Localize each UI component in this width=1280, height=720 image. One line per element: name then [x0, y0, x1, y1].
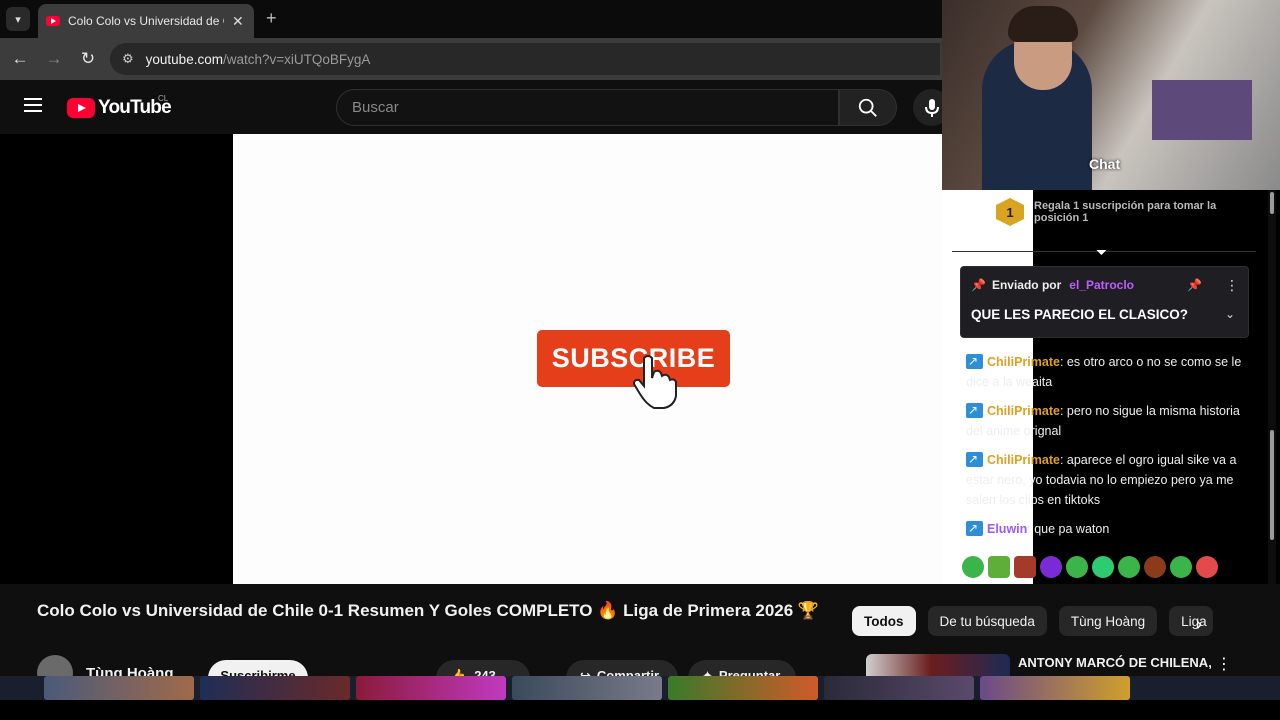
- url-path: /watch?v=xiUTQoBFygA: [222, 51, 371, 67]
- streamer-hair: [1008, 6, 1078, 42]
- chat-text: : que pa waton: [1027, 522, 1110, 536]
- pinned-message: 📌 Enviado por el_Patroclo QUE LES PARECI…: [960, 266, 1249, 338]
- emote-icon[interactable]: [1118, 556, 1140, 578]
- strip-thumbnail[interactable]: [356, 676, 506, 700]
- rank-badge: 1: [996, 198, 1024, 226]
- browser-navbar: ← → ↻ ⚙ youtube.com/watch?v=xiUTQoBFygA: [0, 38, 942, 80]
- arrow-left-icon: ←: [11, 49, 29, 68]
- youtube-logo[interactable]: YouTube CL: [67, 94, 172, 119]
- sub-badge-icon: [966, 351, 983, 371]
- strip-thumbnail[interactable]: [668, 676, 818, 700]
- emote-icon[interactable]: [1170, 556, 1192, 578]
- new-tab-button[interactable]: +: [266, 8, 277, 29]
- chat-scrollbar[interactable]: [1268, 190, 1276, 584]
- pinned-by: 📌 Enviado por el_Patroclo: [971, 278, 1134, 292]
- chat-messages: ChiliPrimate: es otro arco o no se como …: [966, 351, 1256, 548]
- emote-icon[interactable]: [1066, 556, 1088, 578]
- hand-cursor-icon: [632, 355, 677, 409]
- emote-icon[interactable]: [962, 556, 984, 578]
- search-input[interactable]: Buscar: [336, 89, 839, 126]
- gift-text: Regala 1 suscripción para tomar la posic…: [1034, 200, 1217, 224]
- video-player[interactable]: SUBSCRIBE: [233, 134, 942, 584]
- tab-title: Colo Colo vs Universidad de Chile 0-1 Re…: [68, 14, 224, 28]
- emote-icon[interactable]: [1144, 556, 1166, 578]
- youtube-header: YouTube CL Buscar: [0, 80, 950, 134]
- search-icon: [858, 98, 877, 117]
- more-options-icon[interactable]: ⋮: [1225, 277, 1239, 294]
- filter-icon[interactable]: ⏷: [1096, 244, 1107, 261]
- browser-tab-active[interactable]: Colo Colo vs Universidad de Chile 0-1 Re…: [38, 4, 254, 38]
- menu-icon[interactable]: [24, 98, 42, 112]
- url-host: youtube.com: [145, 51, 223, 67]
- pin-icon: 📌: [971, 278, 986, 292]
- chat-user[interactable]: Eluwin: [987, 522, 1027, 536]
- screen: ▾ Colo Colo vs Universidad de Chile 0-1 …: [0, 0, 1280, 720]
- emote-bar: [962, 556, 1218, 578]
- chat-user[interactable]: ChiliPrimate: [987, 404, 1060, 418]
- chat-user[interactable]: ChiliPrimate: [987, 355, 1060, 369]
- country-code: CL: [158, 94, 169, 103]
- emote-icon[interactable]: [1196, 556, 1218, 578]
- browser-tabbar: ▾ Colo Colo vs Universidad de Chile 0-1 …: [0, 0, 942, 38]
- chevron-down-icon[interactable]: ⌄: [1225, 307, 1235, 321]
- arrow-right-icon: →: [45, 49, 63, 68]
- chip-league[interactable]: Liga: [1169, 606, 1214, 636]
- chevron-down-icon: ▾: [15, 13, 21, 26]
- search-button[interactable]: [839, 89, 897, 126]
- screen-bottom-edge: [0, 700, 1280, 720]
- address-bar[interactable]: ⚙ youtube.com/watch?v=xiUTQoBFygA: [110, 43, 940, 75]
- strip-thumbnail[interactable]: [824, 676, 974, 700]
- video-title: Colo Colo vs Universidad de Chile 0-1 Re…: [37, 601, 820, 620]
- pinned-text: QUE LES PARECIO EL CLASICO?: [971, 307, 1189, 322]
- reload-button[interactable]: ↻: [76, 47, 100, 71]
- chat-message: ChiliPrimate: es otro arco o no se como …: [966, 351, 1256, 392]
- tab-list-button[interactable]: ▾: [6, 7, 30, 31]
- chat-message: Eluwin: que pa waton: [966, 518, 1256, 539]
- emote-icon[interactable]: [1092, 556, 1114, 578]
- pinned-by-label: Enviado por: [991, 278, 1062, 292]
- more-options-icon[interactable]: ⋮: [1216, 654, 1232, 674]
- chip-channel[interactable]: Tùng Hoàng: [1058, 606, 1158, 636]
- emote-icon[interactable]: [1040, 556, 1062, 578]
- close-tab-icon[interactable]: ✕: [232, 13, 244, 30]
- gift-leaderboard[interactable]: 1 Regala 1 suscripción para tomar la pos…: [996, 198, 1219, 226]
- reload-icon: ↻: [80, 49, 96, 68]
- related-chips: Todos De tu búsqueda Tùng Hoàng Liga: [852, 606, 1214, 636]
- sub-badge-icon: [966, 400, 983, 420]
- forward-button[interactable]: →: [42, 47, 66, 71]
- chat-message: ChiliPrimate: pero no sigue la misma his…: [966, 400, 1256, 441]
- sub-badge-icon: [966, 449, 983, 469]
- unpin-icon[interactable]: 📌: [1187, 278, 1202, 292]
- strip-thumbnail[interactable]: [44, 676, 194, 700]
- chip-all[interactable]: Todos: [852, 606, 916, 636]
- chevron-right-icon[interactable]: ›: [1196, 614, 1202, 635]
- shelf-figures: [1152, 80, 1252, 140]
- youtube-favicon-icon: [46, 16, 60, 26]
- back-button[interactable]: ←: [8, 47, 32, 71]
- strip-thumbnail[interactable]: [200, 676, 350, 700]
- thumbnail-strip: [0, 676, 1280, 700]
- sub-badge-icon: [966, 518, 983, 538]
- strip-thumbnail[interactable]: [512, 676, 662, 700]
- youtube-play-icon: [67, 98, 95, 118]
- video-details: Colo Colo vs Universidad de Chile 0-1 Re…: [0, 584, 1280, 696]
- pinned-user[interactable]: el_Patroclo: [1069, 278, 1134, 292]
- recommended-title[interactable]: ANTONY MARCÓ DE CHILENA,: [1018, 655, 1212, 670]
- search-placeholder: Buscar: [352, 99, 399, 116]
- microphone-icon: [924, 98, 939, 117]
- emote-icon[interactable]: [1014, 556, 1036, 578]
- chip-from-search[interactable]: De tu búsqueda: [927, 606, 1047, 636]
- strip-thumbnail[interactable]: [980, 676, 1130, 700]
- emote-icon[interactable]: [988, 556, 1010, 578]
- chat-user[interactable]: ChiliPrimate: [987, 453, 1060, 467]
- stream-chat: 1 Regala 1 suscripción para tomar la pos…: [942, 190, 1266, 584]
- chat-message: ChiliPrimate: aparece el ogro igual sike…: [966, 449, 1256, 510]
- site-info-icon[interactable]: ⚙: [122, 51, 134, 67]
- chat-label: Chat: [1089, 156, 1121, 172]
